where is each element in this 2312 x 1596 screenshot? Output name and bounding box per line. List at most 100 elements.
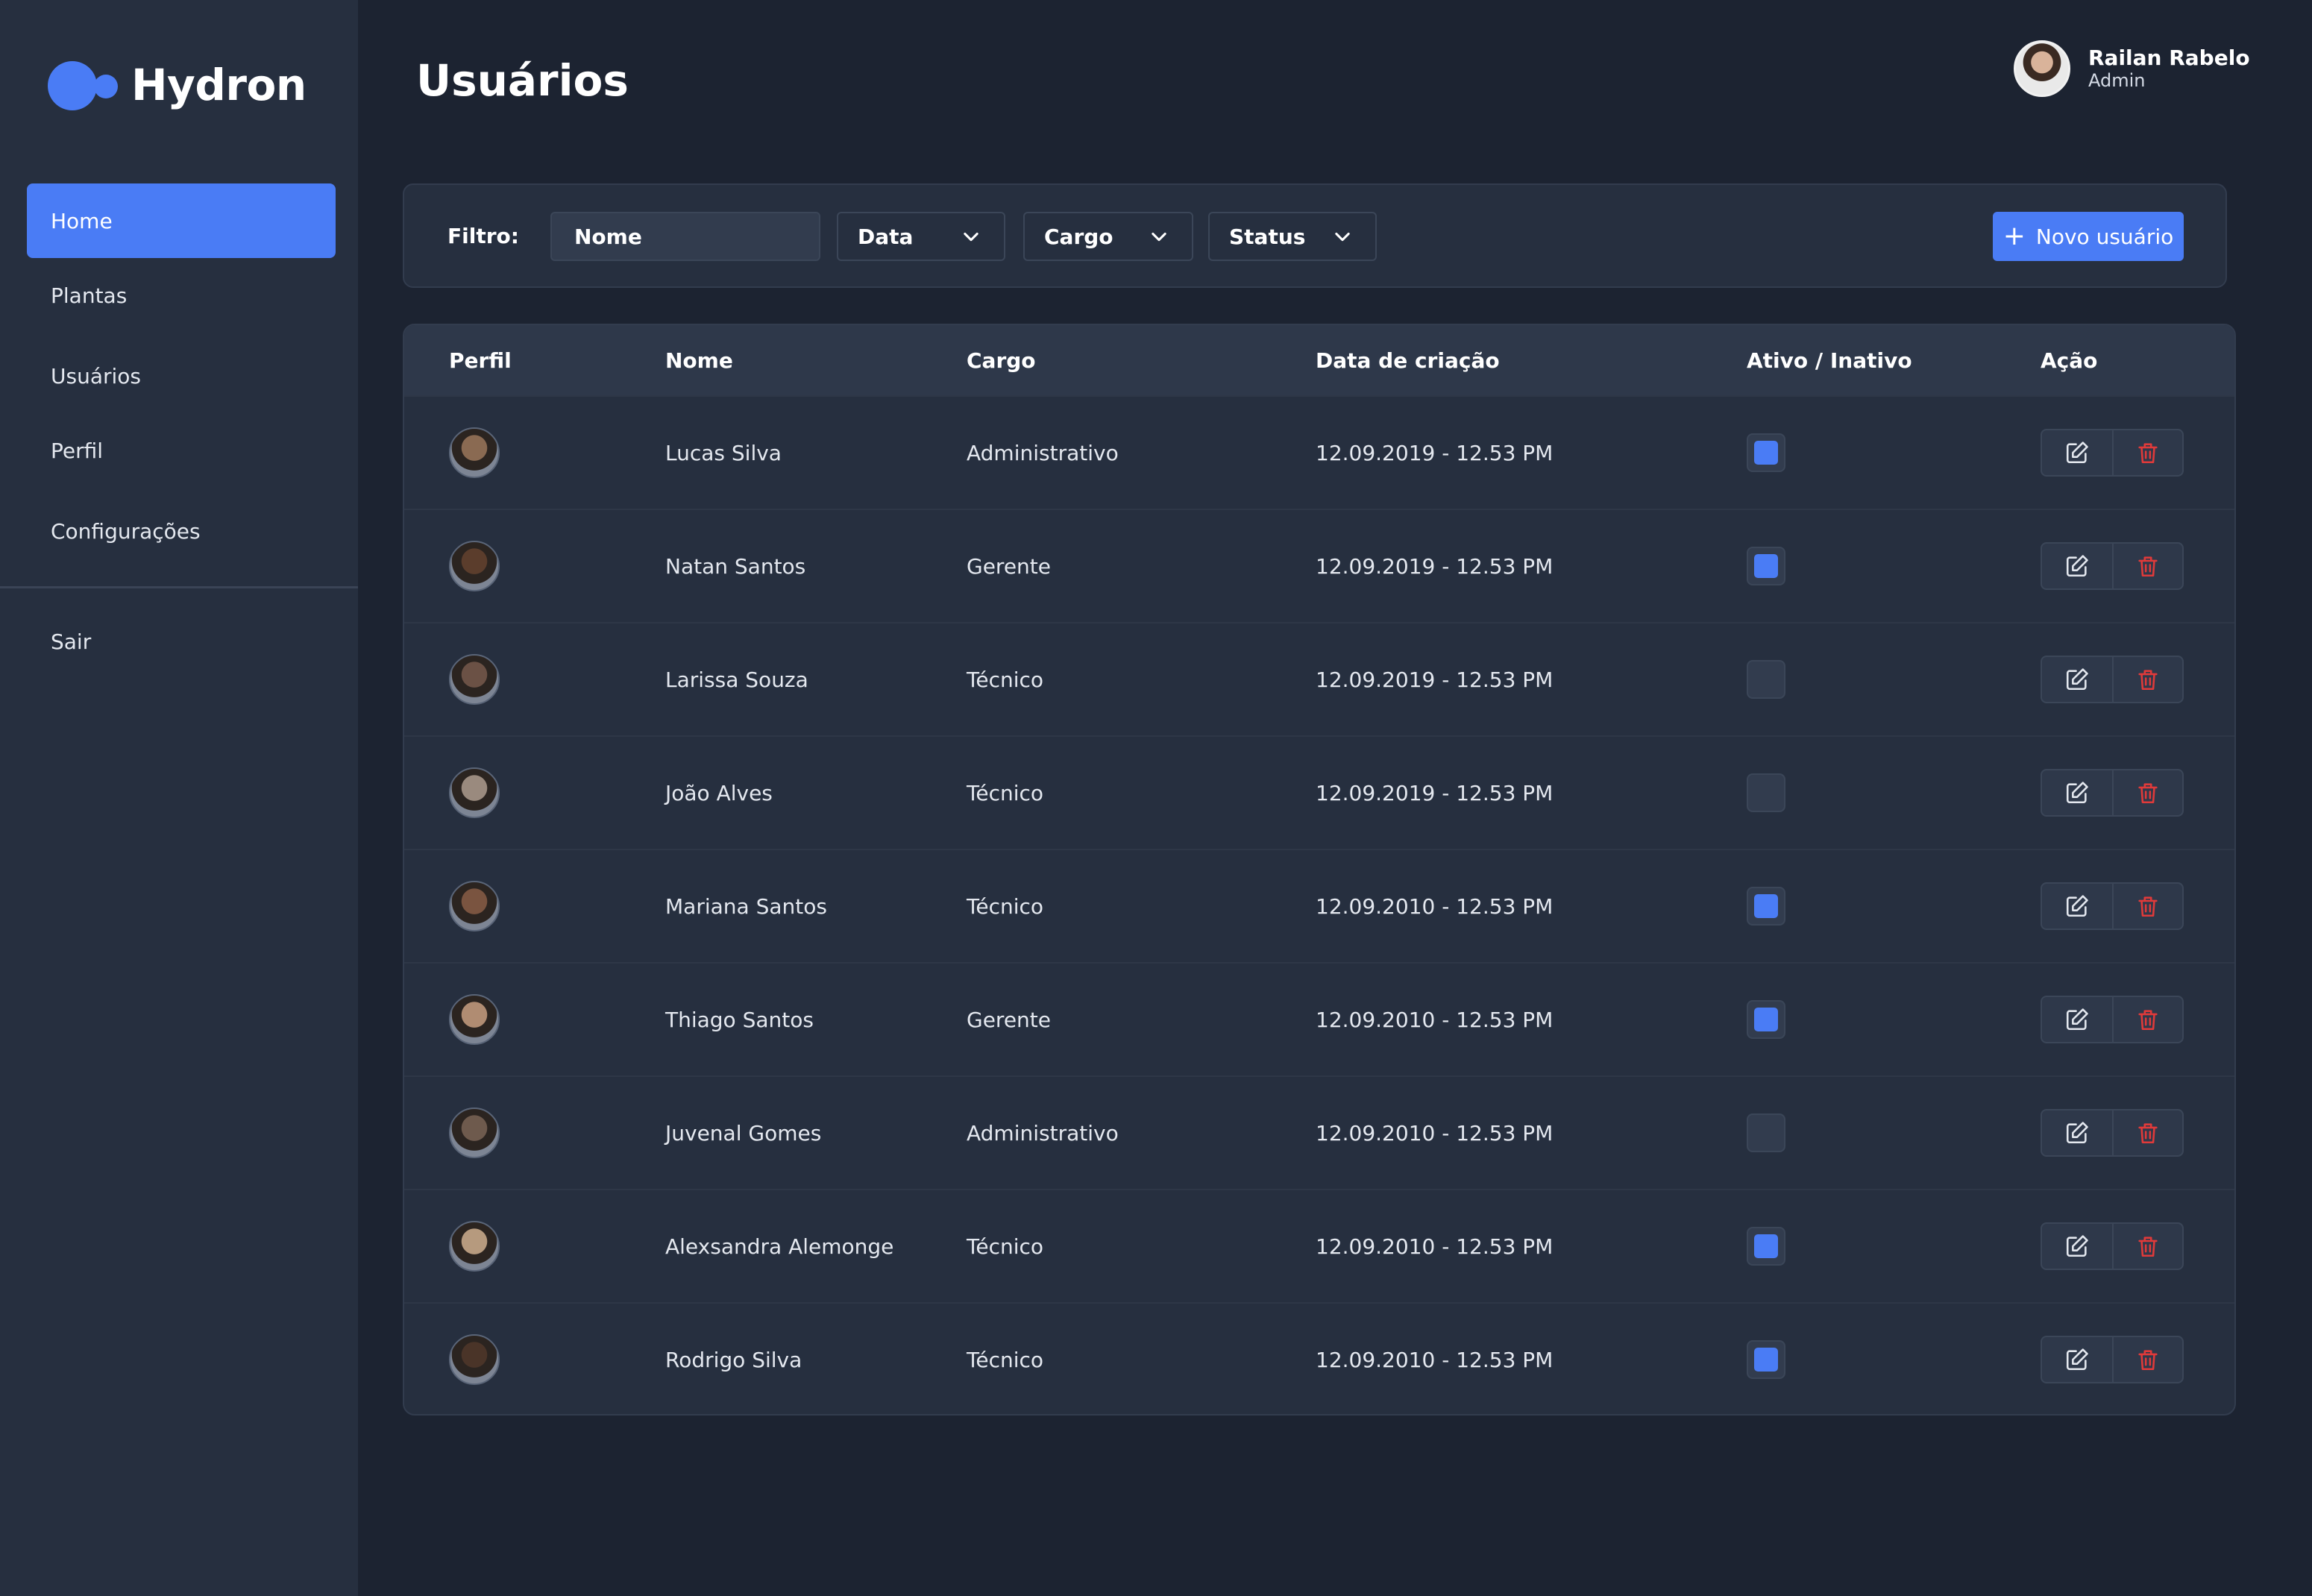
delete-button[interactable] bbox=[2112, 657, 2182, 702]
new-user-button[interactable]: + Novo usuário bbox=[1993, 212, 2184, 261]
column-header-ativo-inativo[interactable]: Ativo / Inativo bbox=[1747, 325, 1912, 395]
column-header-nome[interactable]: Nome bbox=[665, 325, 733, 395]
role-filter-select[interactable]: Cargo bbox=[1023, 212, 1193, 261]
edit-button[interactable] bbox=[2042, 544, 2112, 588]
row-actions bbox=[2041, 882, 2184, 930]
page-title: Usuários bbox=[416, 55, 629, 106]
row-actions bbox=[2041, 996, 2184, 1043]
trash-icon bbox=[2138, 1010, 2158, 1031]
user-role-cell: Administrativo bbox=[967, 1120, 1119, 1146]
delete-button[interactable] bbox=[2112, 1224, 2182, 1269]
edit-button[interactable] bbox=[2042, 1337, 2112, 1382]
active-checkbox[interactable] bbox=[1747, 773, 1785, 812]
sidebar-item-label: Perfil bbox=[51, 438, 104, 463]
active-checkbox[interactable] bbox=[1747, 887, 1785, 926]
avatar[interactable] bbox=[449, 427, 500, 478]
avatar bbox=[2014, 40, 2070, 97]
active-checkbox[interactable] bbox=[1747, 1227, 1785, 1266]
sidebar-item-configuracoes[interactable]: Configurações bbox=[27, 494, 336, 568]
user-name-cell: Mariana Santos bbox=[665, 893, 827, 919]
user-name-cell: João Alves bbox=[665, 780, 773, 805]
sidebar-item-plantas[interactable]: Plantas bbox=[27, 258, 336, 333]
column-header-cargo[interactable]: Cargo bbox=[967, 325, 1036, 395]
avatar[interactable] bbox=[449, 1108, 500, 1158]
avatar[interactable] bbox=[449, 881, 500, 931]
column-header-acao[interactable]: Ação bbox=[2041, 325, 2097, 395]
avatar[interactable] bbox=[449, 1334, 500, 1385]
filter-bar: Filtro: Nome Data Cargo Status + Novo us… bbox=[403, 183, 2227, 288]
avatar[interactable] bbox=[449, 1221, 500, 1272]
sidebar-item-home[interactable]: Home bbox=[27, 183, 336, 258]
action-cell bbox=[2041, 850, 2184, 962]
table-header: Perfil Nome Cargo Data de criação Ativo … bbox=[404, 325, 2234, 395]
edit-icon bbox=[2066, 1008, 2088, 1031]
active-cell bbox=[1747, 1077, 1785, 1189]
sidebar-item-label: Configurações bbox=[51, 518, 201, 544]
trash-icon bbox=[2138, 556, 2158, 577]
sidebar-divider bbox=[0, 586, 358, 588]
checkbox-fill bbox=[1754, 1348, 1778, 1372]
table-row: Thiago Santos Gerente 12.09.2010 - 12.53… bbox=[404, 962, 2234, 1075]
created-date-cell: 12.09.2010 - 12.53 PM bbox=[1316, 1120, 1554, 1146]
name-filter-input[interactable]: Nome bbox=[550, 212, 820, 261]
delete-button[interactable] bbox=[2112, 430, 2182, 475]
delete-button[interactable] bbox=[2112, 544, 2182, 588]
user-name: Railan Rabelo bbox=[2088, 45, 2250, 70]
active-checkbox[interactable] bbox=[1747, 660, 1785, 699]
edit-icon bbox=[2066, 895, 2088, 917]
edit-button[interactable] bbox=[2042, 884, 2112, 929]
edit-button[interactable] bbox=[2042, 1224, 2112, 1269]
user-name-cell: Lucas Silva bbox=[665, 440, 782, 465]
row-actions bbox=[2041, 542, 2184, 590]
app-logo[interactable]: Hydron bbox=[48, 55, 307, 115]
edit-button[interactable] bbox=[2042, 1110, 2112, 1155]
active-cell bbox=[1747, 623, 1785, 735]
logo-icon bbox=[48, 58, 119, 112]
delete-button[interactable] bbox=[2112, 884, 2182, 929]
delete-button[interactable] bbox=[2112, 1337, 2182, 1382]
active-checkbox[interactable] bbox=[1747, 1340, 1785, 1379]
user-role-cell: Gerente bbox=[967, 553, 1051, 579]
active-checkbox[interactable] bbox=[1747, 1113, 1785, 1152]
sidebar-item-sair[interactable]: Sair bbox=[27, 604, 336, 679]
delete-button[interactable] bbox=[2112, 1110, 2182, 1155]
user-menu[interactable]: Railan Rabelo Admin bbox=[2014, 40, 2250, 97]
active-checkbox[interactable] bbox=[1747, 547, 1785, 585]
table-row: Alexsandra Alemonge Técnico 12.09.2010 -… bbox=[404, 1189, 2234, 1302]
status-filter-select[interactable]: Status bbox=[1208, 212, 1377, 261]
delete-button[interactable] bbox=[2112, 997, 2182, 1042]
trash-icon bbox=[2138, 783, 2158, 804]
user-name-cell: Thiago Santos bbox=[665, 1007, 814, 1032]
active-cell bbox=[1747, 737, 1785, 849]
date-filter-value: Data bbox=[858, 224, 914, 249]
column-header-data-criacao[interactable]: Data de criação bbox=[1316, 325, 1500, 395]
user-role-cell: Técnico bbox=[967, 1234, 1044, 1259]
edit-button[interactable] bbox=[2042, 770, 2112, 815]
avatar[interactable] bbox=[449, 541, 500, 591]
avatar[interactable] bbox=[449, 767, 500, 818]
profile-cell bbox=[449, 964, 500, 1075]
new-user-label: Novo usuário bbox=[2035, 224, 2174, 249]
edit-icon bbox=[2066, 555, 2088, 577]
user-name-cell: Natan Santos bbox=[665, 553, 806, 579]
active-checkbox[interactable] bbox=[1747, 433, 1785, 472]
column-header-perfil[interactable]: Perfil bbox=[449, 325, 512, 395]
active-checkbox[interactable] bbox=[1747, 1000, 1785, 1039]
chevron-down-icon bbox=[1335, 232, 1350, 242]
sidebar-item-usuarios[interactable]: Usuários bbox=[27, 339, 336, 413]
edit-button[interactable] bbox=[2042, 657, 2112, 702]
row-actions bbox=[2041, 1336, 2184, 1383]
action-cell bbox=[2041, 397, 2184, 509]
delete-button[interactable] bbox=[2112, 770, 2182, 815]
edit-button[interactable] bbox=[2042, 430, 2112, 475]
edit-button[interactable] bbox=[2042, 997, 2112, 1042]
date-filter-select[interactable]: Data bbox=[837, 212, 1005, 261]
active-cell bbox=[1747, 510, 1785, 622]
app-name: Hydron bbox=[131, 60, 307, 110]
sidebar-item-perfil[interactable]: Perfil bbox=[27, 413, 336, 488]
edit-icon bbox=[2066, 1235, 2088, 1257]
avatar[interactable] bbox=[449, 994, 500, 1045]
avatar[interactable] bbox=[449, 654, 500, 705]
table-row: Larissa Souza Técnico 12.09.2019 - 12.53… bbox=[404, 622, 2234, 735]
user-role-cell: Técnico bbox=[967, 893, 1044, 919]
